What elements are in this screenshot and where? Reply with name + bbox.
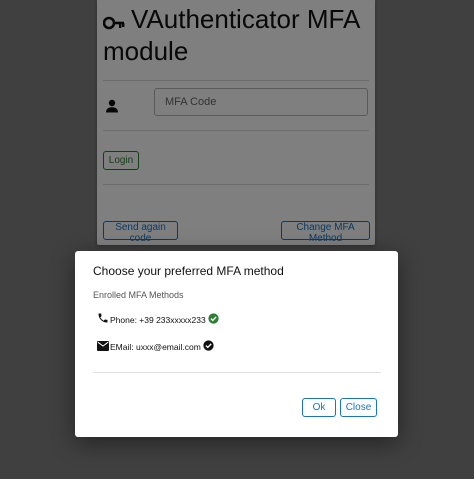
dialog-divider bbox=[93, 372, 381, 373]
dialog-title: Choose your preferred MFA method bbox=[93, 264, 284, 278]
email-icon bbox=[97, 338, 109, 356]
phone-icon bbox=[97, 311, 109, 329]
enrolled-methods-label: Enrolled MFA Methods bbox=[93, 290, 184, 300]
phone-method-label: Phone: +39 233xxxxx233 bbox=[110, 315, 206, 325]
mfa-method-phone[interactable]: Phone: +39 233xxxxx233 bbox=[97, 313, 219, 327]
email-method-label: EMail: uxxx@email.com bbox=[110, 342, 201, 352]
verified-check-icon bbox=[208, 311, 219, 329]
mfa-method-email[interactable]: EMail: uxxx@email.com bbox=[97, 340, 214, 354]
check-circle-icon bbox=[203, 338, 214, 356]
close-button[interactable]: Close bbox=[340, 398, 377, 417]
mfa-method-dialog: Choose your preferred MFA method Enrolle… bbox=[75, 251, 398, 437]
ok-button[interactable]: Ok bbox=[302, 398, 336, 417]
